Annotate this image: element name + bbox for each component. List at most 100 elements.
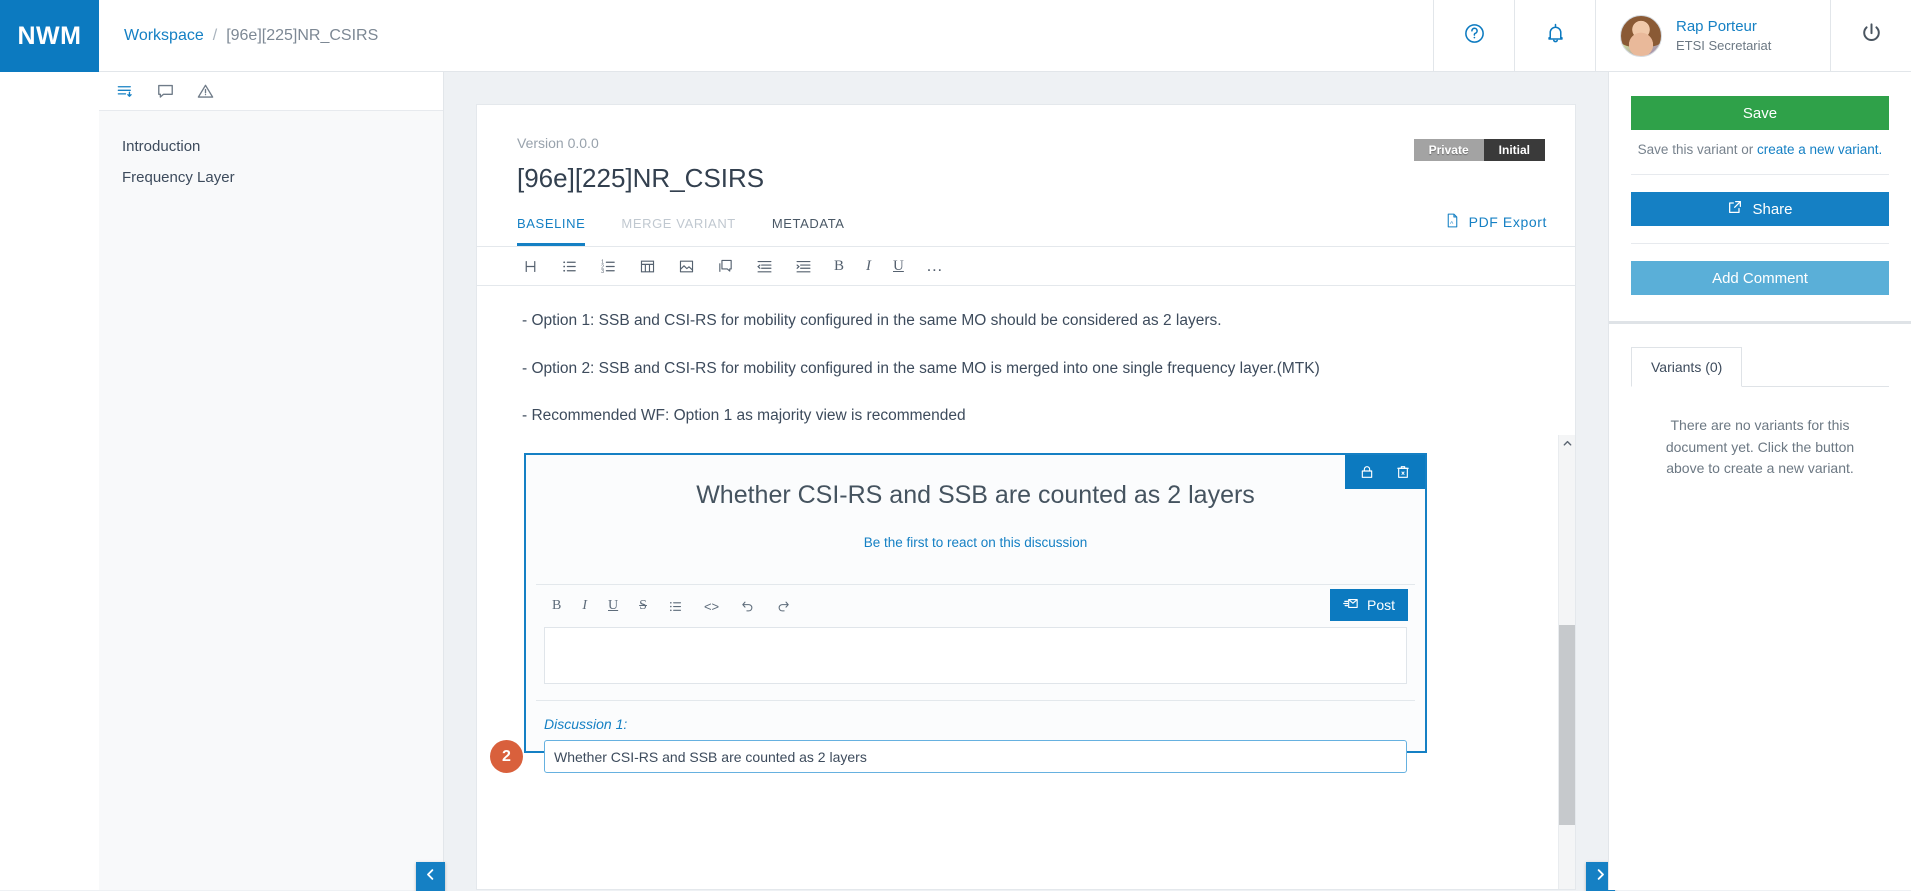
discussion-block: Whether CSI-RS and SSB are counted as 2 … xyxy=(490,453,1427,774)
panel-rule-1 xyxy=(1631,174,1889,175)
power-icon xyxy=(1859,21,1884,51)
add-comment-button[interactable]: Add Comment xyxy=(1631,261,1889,295)
document-card: Version 0.0.0 [96e][225]NR_CSIRS Private… xyxy=(476,104,1576,890)
numbered-list-icon[interactable]: 123 xyxy=(600,258,617,275)
outline-item-introduction[interactable]: Introduction xyxy=(122,131,443,162)
discussion-field-row: 2 xyxy=(490,740,1425,774)
lock-icon[interactable] xyxy=(1359,464,1375,480)
outline-panel: Introduction Frequency Layer xyxy=(99,72,444,890)
post-button[interactable]: Post xyxy=(1329,589,1408,622)
status-badge: Private Initial xyxy=(1413,139,1545,161)
user-role: ETSI Secretariat xyxy=(1676,37,1772,53)
breadcrumb-separator: / xyxy=(212,26,218,44)
bulleted-list-icon[interactable] xyxy=(668,599,683,614)
chevron-left-icon xyxy=(423,867,438,887)
image-icon[interactable] xyxy=(678,258,695,275)
discussion-icon[interactable] xyxy=(717,258,734,275)
bold-icon[interactable]: B xyxy=(552,598,561,614)
redo-icon[interactable] xyxy=(776,599,791,614)
left-rail xyxy=(0,72,99,890)
scroll-up-icon[interactable] xyxy=(1559,435,1575,452)
underline-icon[interactable]: U xyxy=(893,258,904,275)
discussion-field-label: Discussion 1: xyxy=(544,716,628,733)
document-scrollbar[interactable] xyxy=(1558,435,1575,889)
svg-text:A: A xyxy=(1450,220,1454,226)
help-button[interactable] xyxy=(1433,0,1514,71)
paragraph-option-1: - Option 1: SSB and CSI-RS for mobility … xyxy=(522,312,1222,329)
visibility-badge[interactable]: Private xyxy=(1413,139,1484,161)
reply-input[interactable] xyxy=(544,627,1407,685)
panel-divider xyxy=(1609,321,1911,324)
right-panel: Save Save this variant or create a new v… xyxy=(1608,72,1911,890)
user-profile[interactable]: Rap Porteur ETSI Secretariat xyxy=(1595,0,1830,71)
delete-icon[interactable] xyxy=(1395,464,1411,480)
top-bar: NWM Workspace / [96e][225]NR_CSIRS Rap P… xyxy=(0,0,1911,72)
outline-toolbar xyxy=(99,72,443,111)
document-version: Version 0.0.0 xyxy=(517,135,599,151)
document-tabs: BASELINE MERGE VARIANT METADATA A PDF Ex… xyxy=(477,194,1575,246)
breadcrumb-workspace-link[interactable]: Workspace xyxy=(124,27,204,45)
svg-text:3: 3 xyxy=(601,268,604,274)
create-new-variant-link[interactable]: create a new variant. xyxy=(1757,142,1882,157)
bulleted-list-icon[interactable] xyxy=(561,258,578,275)
table-of-contents-icon[interactable] xyxy=(116,82,135,101)
discussion-title-input[interactable] xyxy=(544,740,1407,774)
heading-icon[interactable] xyxy=(522,258,539,275)
share-label: Share xyxy=(1752,200,1793,218)
italic-icon[interactable]: I xyxy=(866,258,871,275)
user-name: Rap Porteur xyxy=(1676,17,1757,35)
logout-button[interactable] xyxy=(1830,0,1911,71)
avatar xyxy=(1620,14,1662,57)
bell-icon xyxy=(1544,22,1567,50)
save-note-prefix: Save this variant or xyxy=(1637,142,1757,157)
send-icon xyxy=(1343,595,1360,615)
strikethrough-icon[interactable]: S xyxy=(639,598,647,614)
share-button[interactable]: Share xyxy=(1631,192,1889,226)
issues-icon[interactable] xyxy=(196,82,215,101)
pdf-export-label: PDF Export xyxy=(1468,214,1547,230)
document-header: Version 0.0.0 [96e][225]NR_CSIRS Private… xyxy=(477,105,1575,194)
paragraph-option-2: - Option 2: SSB and CSI-RS for mobility … xyxy=(522,359,1320,377)
bold-icon[interactable]: B xyxy=(834,258,844,275)
italic-icon[interactable]: I xyxy=(582,598,587,614)
variants-empty-message: There are no variants for this document … xyxy=(1665,417,1855,477)
discussion-react-link[interactable]: Be the first to react on this discussion xyxy=(526,510,1425,584)
step-marker-2: 2 xyxy=(490,740,523,774)
pdf-export-button[interactable]: A PDF Export xyxy=(1444,212,1547,232)
underline-icon[interactable]: U xyxy=(608,598,618,614)
notifications-button[interactable] xyxy=(1514,0,1595,71)
post-label: Post xyxy=(1366,597,1395,614)
undo-icon[interactable] xyxy=(740,599,755,614)
table-icon[interactable] xyxy=(639,258,656,275)
indent-icon[interactable] xyxy=(795,258,812,275)
pdf-icon: A xyxy=(1444,212,1461,232)
outline-item-frequency-layer[interactable]: Frequency Layer xyxy=(122,162,443,193)
outdent-icon[interactable] xyxy=(756,258,773,275)
document-area: Version 0.0.0 [96e][225]NR_CSIRS Private… xyxy=(444,72,1608,890)
save-button[interactable]: Save xyxy=(1631,96,1889,130)
tab-variants[interactable]: Variants (0) xyxy=(1631,347,1743,387)
breadcrumb-current: [96e][225]NR_CSIRS xyxy=(226,26,379,44)
tab-metadata[interactable]: METADATA xyxy=(772,216,845,246)
external-link-icon xyxy=(1727,199,1743,219)
tab-baseline[interactable]: BASELINE xyxy=(517,216,586,246)
save-note: Save this variant or create a new varian… xyxy=(1631,130,1889,157)
previous-page-button[interactable] xyxy=(416,862,445,891)
scrollbar-thumb[interactable] xyxy=(1559,625,1575,825)
breadcrumb: Workspace / [96e][225]NR_CSIRS xyxy=(99,0,378,71)
tab-merge-variant[interactable]: MERGE VARIANT xyxy=(621,216,735,246)
paragraph-recommended-wf: - Recommended WF: Option 1 as majority v… xyxy=(522,407,966,425)
reply-toolbar: B I U S <> Post xyxy=(526,585,1425,627)
document-body: - Option 1: SSB and CSI-RS for mobility … xyxy=(477,286,1575,858)
app-logo[interactable]: NWM xyxy=(0,0,99,72)
editor-toolbar: 123 B I U … xyxy=(477,246,1575,286)
help-circle-icon xyxy=(1463,22,1486,50)
page-title: [96e][225]NR_CSIRS xyxy=(517,163,765,193)
variant-tabs: Variants (0) xyxy=(1631,346,1889,387)
state-badge[interactable]: Initial xyxy=(1483,139,1545,161)
more-options-icon[interactable]: … xyxy=(926,256,944,276)
comments-icon[interactable] xyxy=(156,82,175,101)
user-info: Rap Porteur ETSI Secretariat xyxy=(1676,17,1771,55)
code-icon[interactable]: <> xyxy=(704,599,719,614)
top-bar-spacer xyxy=(378,0,1433,71)
